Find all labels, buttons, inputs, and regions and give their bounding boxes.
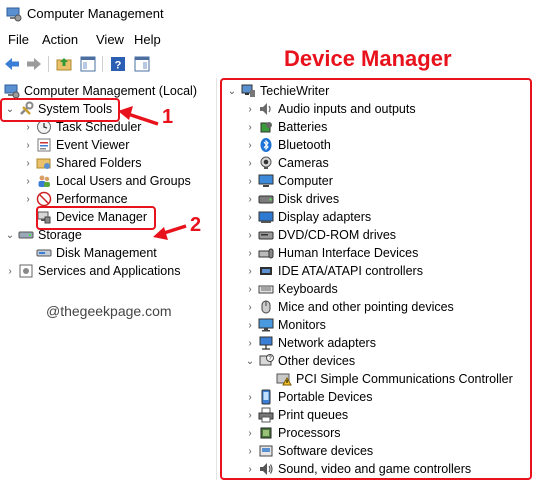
arrow-step-1: [127, 112, 159, 126]
arrow-step-1-head: [118, 106, 133, 120]
annotation-arrows: [118, 106, 187, 240]
arrow-step-2: [163, 224, 187, 235]
arrow-step-2-head: [153, 227, 168, 240]
